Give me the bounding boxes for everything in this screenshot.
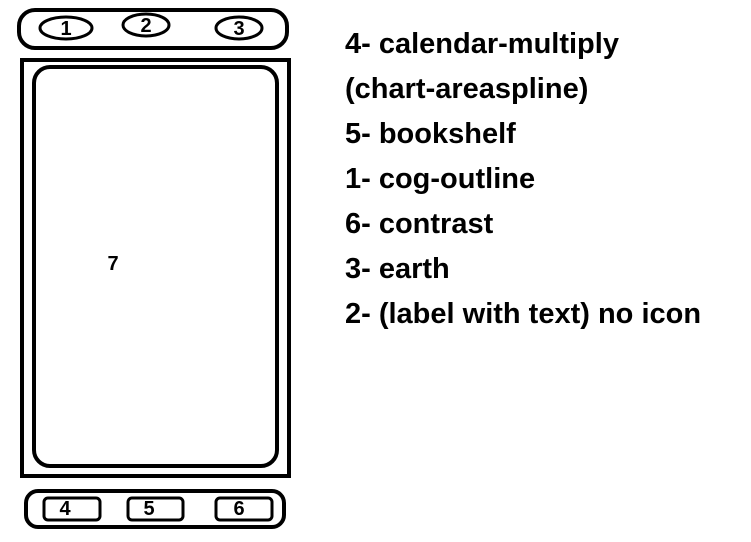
legend-item-4: 4- calendar-multiply	[345, 28, 619, 60]
legend-item-5: 5- bookshelf	[345, 118, 516, 150]
content-frame-inner	[32, 65, 279, 468]
bottom-bar: 4 5 6	[24, 489, 286, 529]
legend-item-2: 2- (label with text) no icon	[345, 298, 702, 330]
bottom-slot-4-number: 4	[59, 498, 71, 520]
top-bar: 1 2 3	[17, 8, 289, 50]
bottom-slot-6: 6	[214, 496, 274, 522]
content-area-number: 7	[107, 253, 118, 275]
top-slot-1-number: 1	[60, 18, 71, 40]
top-slot-3-number: 3	[233, 18, 244, 40]
legend-item-6: 6- contrast	[345, 208, 494, 240]
top-slot-3: 3	[214, 15, 264, 41]
legend-item-3: 3- earth	[345, 253, 450, 285]
top-slot-1: 1	[38, 15, 94, 41]
bottom-slot-4: 4	[42, 496, 102, 522]
content-frame-outer	[20, 58, 291, 478]
bottom-slot-5-box	[126, 496, 185, 522]
top-slot-2-number: 2	[140, 15, 151, 37]
legend-item-1: 1- cog-outline	[345, 163, 536, 195]
icon-legend: 4- calendar-multiply (chart-areaspline) …	[345, 22, 750, 337]
bottom-slot-5: 5	[126, 496, 185, 522]
content-area: 7	[20, 58, 291, 478]
bottom-slot-6-number: 6	[233, 498, 244, 520]
legend-item-4-alt: (chart-areaspline)	[345, 73, 589, 105]
top-slot-2: 2	[121, 12, 171, 38]
bottom-slot-5-number: 5	[143, 498, 154, 520]
bottom-slot-4-box	[42, 496, 102, 522]
